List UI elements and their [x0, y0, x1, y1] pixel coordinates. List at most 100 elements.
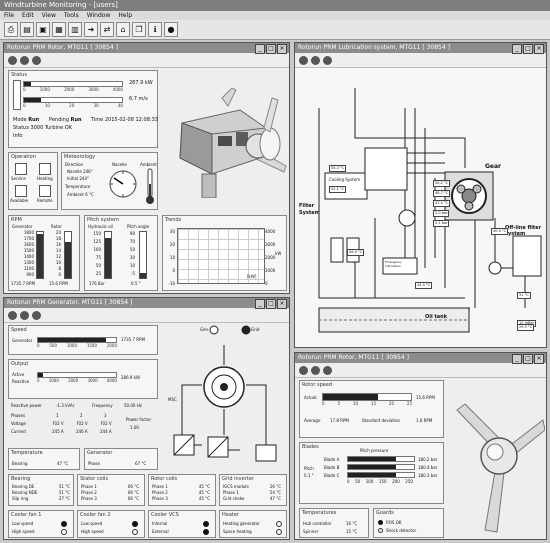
close-button[interactable]: ×: [277, 299, 287, 309]
ambient-dial-label: Ambient: [140, 162, 157, 167]
output-group: Output Active Reactive 0 1000 2000 3000 4000…: [8, 359, 158, 399]
hydraulic-value: 176 Bar: [89, 281, 105, 286]
status-group: Status 0 1000 2000 3000 4000 287.9 kW 0 10 20 3…: [8, 70, 158, 148]
menu-view[interactable]: View: [42, 11, 56, 20]
angle-tick: 90: [129, 231, 135, 236]
rotor-scale: 20 18 16 14 12 10 8 0: [49, 230, 61, 278]
menu-edit[interactable]: Edit: [22, 11, 34, 20]
temperature-group: Temperature Bearing 47 °C: [8, 448, 80, 470]
refresh-icon[interactable]: [311, 365, 320, 375]
menu-window[interactable]: Window: [87, 11, 111, 20]
offline-filter-label: Off-line filter system: [505, 225, 542, 237]
initial-label: Initial: [67, 176, 79, 181]
maximize-button[interactable]: □: [266, 299, 276, 309]
bearing-row-value: 27 °C: [58, 496, 70, 501]
maximize-button[interactable]: □: [523, 44, 533, 54]
pin-icon[interactable]: [32, 310, 41, 320]
refresh-icon[interactable]: [20, 310, 29, 320]
menu-file[interactable]: File: [4, 11, 14, 20]
group-label: Operation: [11, 154, 36, 160]
std-label: Standard deviation: [362, 418, 401, 423]
menu-help[interactable]: Help: [118, 11, 132, 20]
rotor-speed-tick: 5: [337, 401, 340, 406]
pin-icon[interactable]: [323, 55, 332, 65]
minimize-button[interactable]: _: [512, 44, 522, 54]
print-icon[interactable]: [299, 55, 308, 65]
blade-rows: Blade A 180.2 bar Blade B 180.4 bar Blade C 1…: [324, 455, 442, 484]
home-icon[interactable]: ⌂: [116, 22, 130, 37]
trend-right-tick: 1000: [265, 268, 276, 273]
initial-value: 244°: [79, 176, 89, 181]
refresh-icon[interactable]: [20, 55, 29, 65]
direction-label: Direction: [65, 162, 84, 167]
hydraulic-label: Hydraulic oil: [88, 224, 113, 229]
save-icon[interactable]: ▣: [36, 22, 50, 37]
group-label: Temperature: [11, 450, 43, 456]
trend-left-tick: -10: [168, 281, 175, 286]
pin-icon[interactable]: [32, 55, 41, 65]
spinner-label: Spinner: [303, 529, 319, 534]
print-icon[interactable]: [8, 310, 17, 320]
rotor-gauge: [64, 231, 72, 279]
sensor-tag: 47.5 °C: [433, 200, 451, 207]
reactive-power-label: Reactive power: [11, 403, 42, 408]
menu-tools[interactable]: Tools: [64, 11, 79, 20]
std-value: 1.6 RPM: [416, 418, 433, 423]
rotor-gauge-fill: [65, 242, 71, 278]
refresh-icon[interactable]: [311, 55, 320, 65]
average-value: 17.8 RPM: [330, 418, 349, 423]
rotor-speed-tick: 0: [322, 401, 325, 406]
stator-row: Phase 3 66 °C: [81, 496, 139, 502]
grid-icon[interactable]: ▦: [52, 22, 66, 37]
rotor-coil-row-label: Phase 3: [152, 496, 168, 501]
close-button[interactable]: ×: [277, 44, 287, 54]
group-label: Status: [11, 72, 27, 78]
temperature-label: Temperature: [65, 184, 91, 189]
remote-label: Remote: [37, 198, 53, 203]
maximize-button[interactable]: □: [523, 354, 533, 364]
print-icon[interactable]: [299, 365, 308, 375]
rotor-speed-tick: 15: [370, 401, 376, 406]
pitch-pressure-label: Pitch pressure: [360, 448, 389, 453]
speed-tick: 1500: [86, 343, 97, 348]
group-label: Trends: [165, 217, 182, 223]
minimize-button[interactable]: _: [255, 44, 265, 54]
rotor-window-title: Rotorun PRM Rotor, MTG11 [ 30854 ] _ □ ×: [4, 43, 289, 54]
window-title-text: Rotorun PRM Lubrication system, MTG11 [ …: [298, 44, 450, 51]
window-icon[interactable]: ❐: [132, 22, 146, 37]
trend-group: Trends 30 20 10 0 -10 4000 3000 2000 1000 0 kW […: [162, 215, 287, 291]
window-toolbar: [295, 53, 546, 68]
link-icon[interactable]: ⇄: [100, 22, 114, 37]
trend-left-tick: 30: [169, 229, 175, 234]
arrow-icon[interactable]: ➜: [84, 22, 98, 37]
maximize-button[interactable]: □: [266, 44, 276, 54]
angle-scale: 90 70 50 30 10 -5: [123, 230, 135, 278]
high-speed-indicator: [61, 529, 67, 535]
globe-icon[interactable]: ●: [164, 22, 178, 37]
output-tick: 3000: [87, 378, 98, 383]
phase-temp-label: Phase: [88, 461, 100, 466]
printer-icon[interactable]: ⎙: [4, 22, 18, 37]
print-icon[interactable]: [8, 55, 17, 65]
status-indicator: [13, 80, 21, 110]
ros-indicator: [378, 520, 383, 525]
window-title-text: Rotorun PRM Rotor, MTG11 [ 30854 ]: [298, 354, 409, 361]
open-icon[interactable]: ▤: [20, 22, 34, 37]
close-button[interactable]: ×: [534, 44, 544, 54]
blade-ticks: 0 50 100 150 200 250: [347, 479, 413, 484]
pin-icon[interactable]: [323, 365, 332, 375]
minimize-button[interactable]: _: [255, 299, 265, 309]
chart-icon[interactable]: ▥: [68, 22, 82, 37]
group-label: Cooler VCS: [151, 512, 179, 518]
minimize-button[interactable]: _: [512, 354, 522, 364]
time-value: 2015-02-08 12:08:33: [104, 117, 158, 123]
stator-row-label: Phase 3: [81, 496, 97, 501]
blade-pressure-bar: [347, 464, 415, 470]
lubrication-diagram: [295, 68, 546, 347]
bearing-rows: Bearing DE 51 °C Bearing NDE 51 °C Slip ring…: [12, 484, 70, 502]
sensor-tag: 52.1 °C: [329, 186, 347, 193]
hydraulic-tick: 100: [93, 247, 101, 252]
close-button[interactable]: ×: [534, 354, 544, 364]
info-icon[interactable]: ℹ: [148, 22, 162, 37]
low-speed-label: Low speed: [12, 521, 34, 526]
